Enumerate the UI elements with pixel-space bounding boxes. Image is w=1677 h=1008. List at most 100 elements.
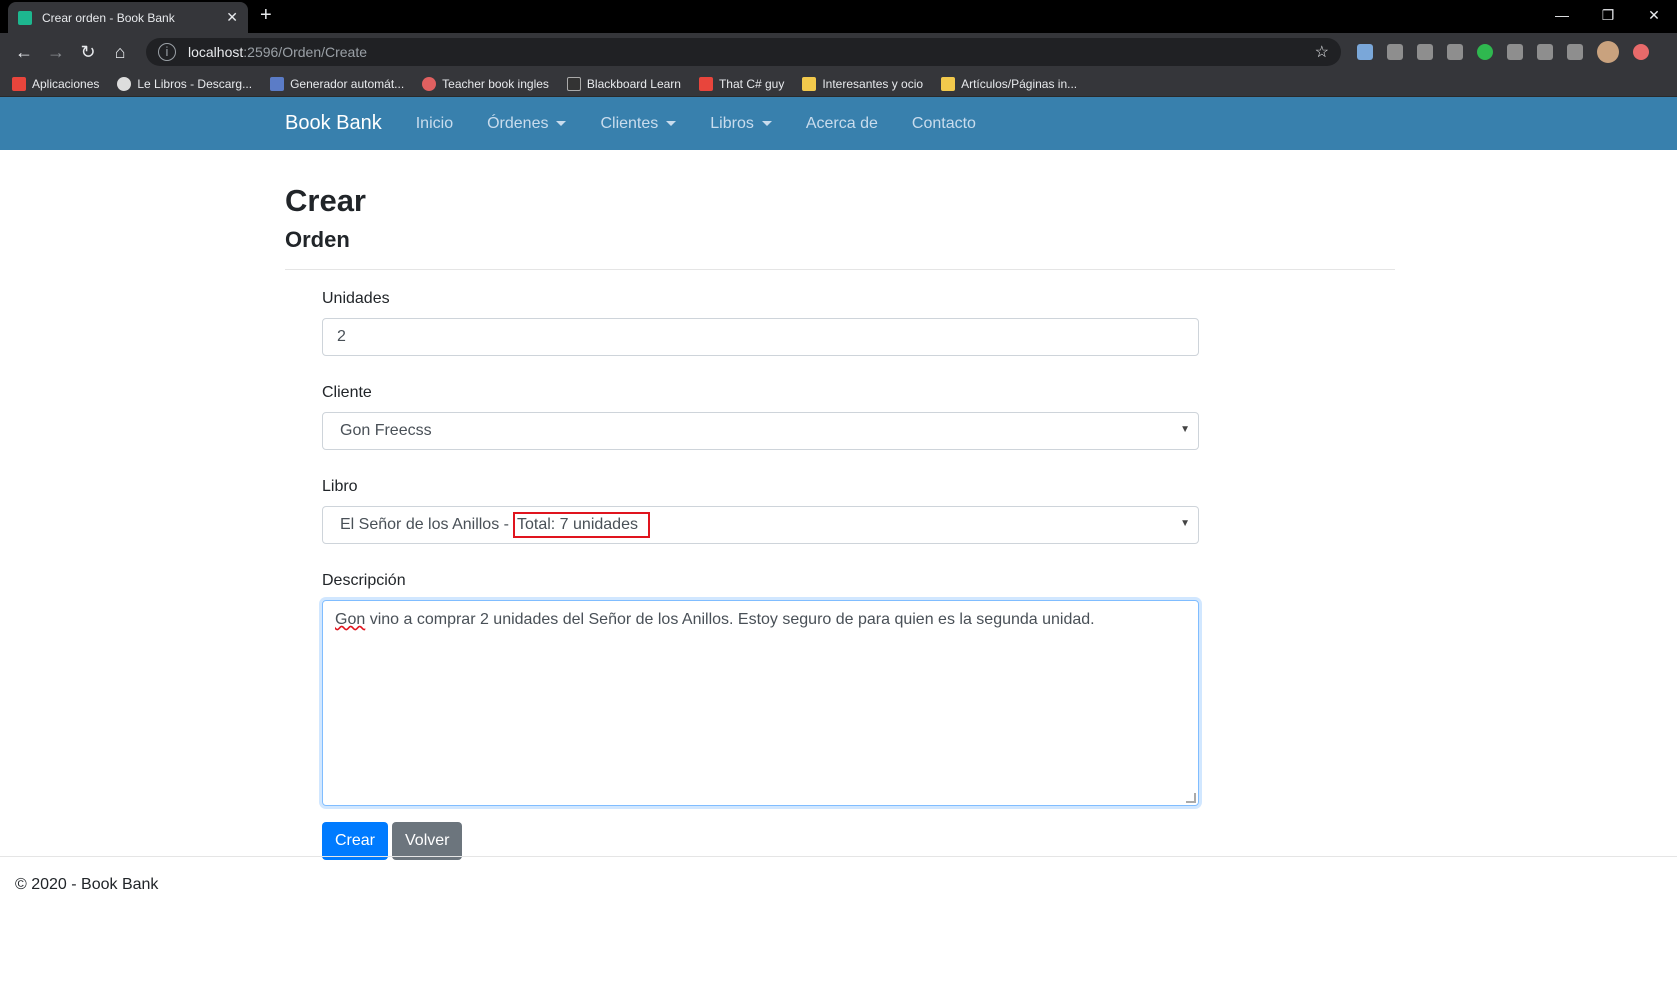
- close-window-icon[interactable]: ✕: [1631, 0, 1677, 30]
- bookmark-label: Teacher book ingles: [442, 76, 549, 91]
- descripcion-label: Descripción: [322, 572, 406, 589]
- home-icon[interactable]: ⌂: [104, 42, 136, 63]
- globe-icon: [117, 76, 132, 91]
- caret-down-icon: [761, 121, 772, 126]
- extension-drive-icon[interactable]: [1507, 44, 1523, 60]
- nav-label: Contacto: [911, 114, 976, 132]
- bookmark-folder[interactable]: Interesantes y ocio: [802, 76, 924, 91]
- media-queue-icon[interactable]: [1567, 44, 1583, 60]
- resize-handle-icon[interactable]: [1186, 793, 1196, 803]
- bookmark-label: Generador automát...: [290, 76, 405, 91]
- reload-icon[interactable]: ↻: [72, 42, 104, 63]
- tab-title: Crear orden - Book Bank: [42, 10, 175, 25]
- folder-icon: [802, 76, 817, 91]
- volver-button[interactable]: Volver: [392, 822, 463, 860]
- extensions-area: [1357, 41, 1649, 63]
- bookmark-label: Le Libros - Descarg...: [137, 76, 253, 91]
- page-header: Crear Orden: [285, 183, 1395, 270]
- address-bar[interactable]: i localhost :2596/Orden/Create ☆: [146, 38, 1341, 66]
- header-divider: [285, 269, 1395, 270]
- form-actions: Crear Volver: [322, 822, 1199, 860]
- document-icon: [270, 76, 285, 91]
- nav-acerca-de[interactable]: Acerca de: [806, 115, 878, 133]
- bookmark-folder[interactable]: Artículos/Páginas in...: [941, 76, 1078, 91]
- bookmark-star-icon[interactable]: ☆: [1315, 42, 1329, 62]
- site-navbar: Book Bank Inicio Órdenes Clientes Libros…: [0, 97, 1677, 150]
- unidades-label: Unidades: [322, 290, 390, 307]
- caret-down-icon: [556, 121, 567, 126]
- tab-strip: Crear orden - Book Bank ✕ + — ❐ ✕: [0, 0, 1677, 33]
- crear-button[interactable]: Crear: [322, 822, 389, 860]
- nav-ordenes-dropdown[interactable]: Órdenes: [487, 114, 567, 133]
- close-tab-icon[interactable]: ✕: [226, 9, 238, 26]
- url-host: localhost: [188, 44, 244, 60]
- bookmark-item[interactable]: Generador automát...: [270, 76, 405, 91]
- url-path: :2596/Orden/Create: [243, 44, 368, 60]
- bookmark-label: Aplicaciones: [32, 76, 100, 91]
- unidades-input[interactable]: 2: [322, 318, 1199, 356]
- extension-mail-icon[interactable]: [1387, 44, 1403, 60]
- caret-down-icon: [666, 121, 677, 126]
- bookmark-item[interactable]: Teacher book ingles: [422, 76, 549, 91]
- cliente-select[interactable]: Gon Freecss ▼: [322, 412, 1199, 450]
- dropdown-arrow-icon: ▼: [1180, 518, 1190, 529]
- extension-copy-icon[interactable]: [1537, 44, 1553, 60]
- bookmark-label: Interesantes y ocio: [822, 76, 924, 91]
- window-controls: — ❐ ✕: [1539, 0, 1677, 30]
- unidades-value: 2: [337, 328, 346, 345]
- info-icon[interactable]: i: [158, 43, 176, 61]
- nav-contacto[interactable]: Contacto: [912, 115, 976, 133]
- libro-label: Libro: [322, 478, 358, 495]
- bookmark-item[interactable]: That C# guy: [698, 76, 785, 91]
- libro-value: El Señor de los Anillos -: [340, 516, 509, 533]
- libro-select[interactable]: El Señor de los Anillos - Total: 7 unida…: [322, 506, 1199, 544]
- bookmark-label: That C# guy: [718, 76, 785, 91]
- create-order-form: Unidades 2 Cliente Gon Freecss ▼ Libro E…: [322, 290, 1199, 860]
- stock-total-highlight: Total: 7 unidades: [512, 512, 650, 538]
- extension-volume-icon[interactable]: [1417, 44, 1433, 60]
- nav-label: Libros: [710, 114, 754, 132]
- navbar-brand[interactable]: Book Bank: [285, 112, 382, 135]
- extension-gem-icon[interactable]: [1357, 44, 1373, 60]
- descripcion-textarea[interactable]: Gon vino a comprar 2 unidades del Señor …: [322, 600, 1199, 806]
- descripcion-text: vino a comprar 2 unidades del Señor de l…: [365, 611, 1095, 628]
- minimize-icon[interactable]: —: [1539, 0, 1585, 30]
- bookmark-label: Blackboard Learn: [586, 76, 681, 91]
- favicon-icon: [18, 10, 32, 25]
- youtube-icon: [698, 76, 713, 91]
- bookmark-label: Artículos/Páginas in...: [961, 76, 1078, 91]
- extension-chat-icon[interactable]: [1447, 44, 1463, 60]
- nav-clientes-dropdown[interactable]: Clientes: [600, 114, 677, 133]
- apps-grid-icon: [12, 76, 26, 91]
- footer-divider: [0, 856, 1677, 857]
- nav-label: Clientes: [600, 114, 659, 132]
- folder-icon: [941, 76, 956, 91]
- forward-icon[interactable]: →: [40, 42, 72, 63]
- bookmark-item[interactable]: Le Libros - Descarg...: [117, 76, 253, 91]
- cliente-value: Gon Freecss: [340, 422, 432, 439]
- nav-libros-dropdown[interactable]: Libros: [710, 115, 772, 133]
- back-icon[interactable]: ←: [8, 42, 40, 63]
- nav-label: Acerca de: [805, 114, 878, 132]
- profile-avatar[interactable]: [1597, 41, 1619, 63]
- bookmark-item[interactable]: Blackboard Learn: [566, 76, 681, 91]
- new-tab-button[interactable]: +: [260, 4, 272, 27]
- blackboard-icon: [566, 76, 581, 91]
- extension-red-icon[interactable]: [1633, 44, 1649, 60]
- nav-label: Inicio: [415, 114, 454, 132]
- nav-label: Órdenes: [487, 114, 549, 132]
- cliente-label: Cliente: [322, 384, 372, 401]
- misspelled-word: Gon: [335, 611, 366, 628]
- page-subtitle: Orden: [285, 227, 350, 252]
- target-icon: [422, 76, 437, 91]
- footer-text: © 2020 - Book Bank: [15, 876, 159, 893]
- extension-green-icon[interactable]: [1477, 44, 1493, 60]
- browser-toolbar: ← → ↻ ⌂ i localhost :2596/Orden/Create ☆: [0, 33, 1677, 71]
- browser-tab[interactable]: Crear orden - Book Bank ✕: [8, 2, 248, 33]
- dropdown-arrow-icon: ▼: [1180, 424, 1190, 435]
- bookmark-item[interactable]: Aplicaciones: [12, 76, 100, 91]
- page-title: Crear: [285, 183, 366, 218]
- bookmarks-bar: Aplicaciones Le Libros - Descarg... Gene…: [0, 71, 1677, 97]
- nav-inicio[interactable]: Inicio: [416, 115, 453, 133]
- restore-icon[interactable]: ❐: [1585, 0, 1631, 30]
